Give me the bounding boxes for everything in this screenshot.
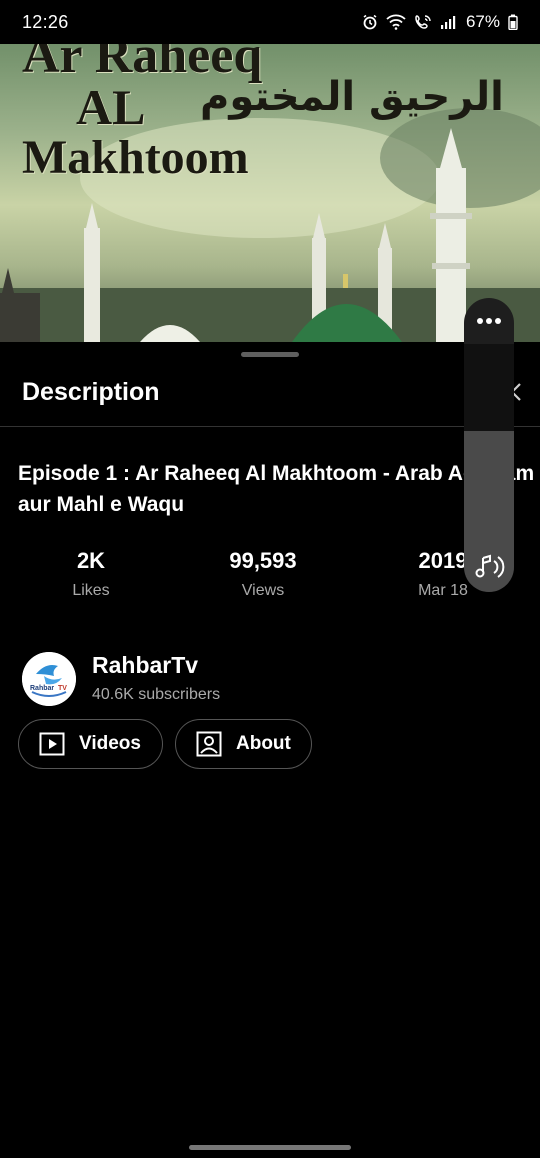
likes-label: Likes [72, 582, 110, 599]
views-count: 99,593 [229, 548, 297, 573]
dove-logo-icon: Rahbar TV [22, 652, 76, 706]
sheet-drag-handle[interactable] [241, 352, 299, 357]
play-video-icon [39, 732, 65, 756]
sheet-title: Description [22, 378, 160, 406]
thumbnail-title-line2: AL [76, 79, 146, 135]
signal-icon [440, 15, 456, 29]
battery-icon [508, 14, 518, 30]
status-time: 12:26 [22, 11, 69, 32]
channel-subscribers: 40.6K subscribers [92, 686, 221, 703]
navigation-gesture-bar[interactable] [189, 1145, 351, 1150]
video-title: Episode 1 : Ar Raheeq Al Makhtoom - Arab… [18, 462, 535, 516]
videos-button-label: Videos [79, 733, 141, 754]
channel-avatar[interactable]: Rahbar TV [22, 652, 76, 706]
volume-track[interactable] [464, 344, 514, 431]
status-bar: 12:26 67% [0, 0, 540, 44]
wifi-icon [386, 14, 406, 30]
battery-percent: 67% [465, 12, 500, 31]
thumbnail-title-line3: Makhtoom [22, 131, 249, 184]
channel-name[interactable]: RahbarTv [92, 652, 198, 679]
stat-views: 99,593 Views [198, 548, 328, 600]
sheet-divider [0, 426, 540, 427]
volume-panel[interactable] [464, 298, 514, 592]
more-icon[interactable] [464, 310, 514, 331]
status-icons: 67% [362, 12, 518, 32]
description-sheet: Description Episode 1 : Ar Raheeq Al Mak… [0, 342, 540, 1158]
about-button[interactable]: About [175, 719, 312, 769]
about-button-label: About [236, 733, 291, 754]
alarm-icon [362, 14, 378, 30]
channel-info[interactable]: Rahbar TV RahbarTv 40.6K subscribers [22, 652, 322, 712]
svg-text:Rahbar: Rahbar [30, 685, 54, 692]
svg-text:TV: TV [58, 685, 67, 692]
wifi-calling-icon [414, 14, 432, 30]
stat-likes: 2K Likes [26, 548, 156, 600]
videos-button[interactable]: Videos [18, 719, 163, 769]
video-thumbnail[interactable]: Ar Raheeq AL Makhtoom الرحيق المختوم [0, 38, 540, 342]
views-label: Views [241, 582, 285, 599]
account-box-icon [196, 731, 222, 757]
music-volume-icon [473, 552, 507, 582]
likes-count: 2K [76, 548, 106, 573]
thumbnail-arabic-title: الرحيق المختوم [200, 74, 504, 120]
